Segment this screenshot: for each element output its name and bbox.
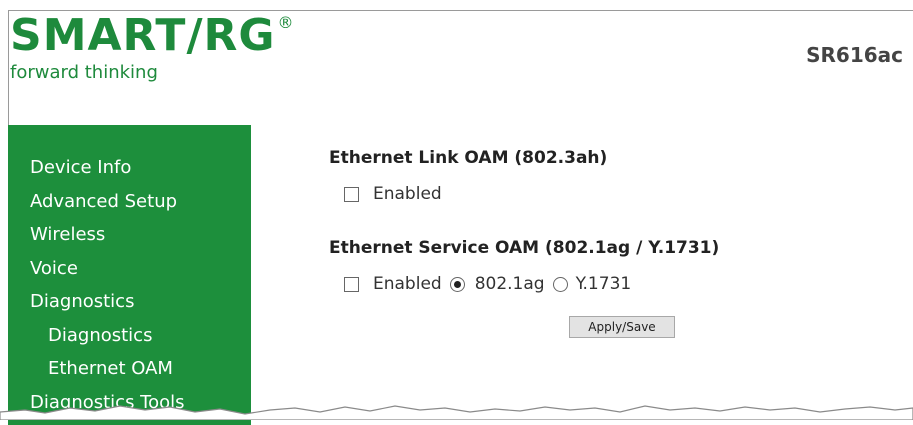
radio-y1731[interactable]	[552, 276, 568, 292]
sidebar-item-diagnostics[interactable]: Diagnostics	[8, 285, 251, 319]
service-oam-enabled-label: Enabled	[373, 274, 442, 294]
logo-text: SMART/RG	[10, 10, 276, 61]
link-oam-row: Enabled	[344, 184, 719, 204]
sidebar: Device Info Advanced Setup Wireless Voic…	[8, 125, 251, 425]
brand-logo: SMART/RG ® forward thinking	[10, 10, 295, 84]
radio-y1731-label: Y.1731	[575, 274, 632, 294]
link-oam-enabled-checkbox[interactable]	[344, 186, 359, 202]
sidebar-subitem-ethernet-oam[interactable]: Ethernet OAM	[8, 352, 251, 386]
sidebar-item-voice[interactable]: Voice	[8, 252, 251, 286]
link-oam-title: Ethernet Link OAM (802.3ah)	[329, 148, 608, 168]
torn-edge-decoration	[0, 405, 913, 420]
link-oam-enabled-label: Enabled	[373, 184, 442, 204]
main-content: Ethernet Link OAM (802.3ah) Enabled Ethe…	[329, 148, 720, 338]
radio-802-1ag[interactable]	[449, 276, 465, 292]
sidebar-item-advanced-setup[interactable]: Advanced Setup	[8, 185, 251, 219]
service-oam-enabled-checkbox[interactable]	[344, 276, 359, 292]
radio-802-1ag-label: 802.1ag	[474, 274, 545, 294]
sidebar-subitem-diagnostics[interactable]: Diagnostics	[8, 319, 251, 353]
logo-tagline: forward thinking	[10, 62, 158, 83]
model-name: SR616ac	[806, 43, 903, 67]
sidebar-item-wireless[interactable]: Wireless	[8, 218, 251, 252]
sidebar-item-device-info[interactable]: Device Info	[8, 151, 251, 185]
registered-mark: ®	[277, 13, 295, 32]
service-oam-title: Ethernet Service OAM (802.1ag / Y.1731)	[329, 238, 720, 258]
service-oam-row: Enabled 802.1ag Y.1731	[344, 274, 719, 294]
apply-save-button[interactable]: Apply/Save	[569, 316, 675, 338]
